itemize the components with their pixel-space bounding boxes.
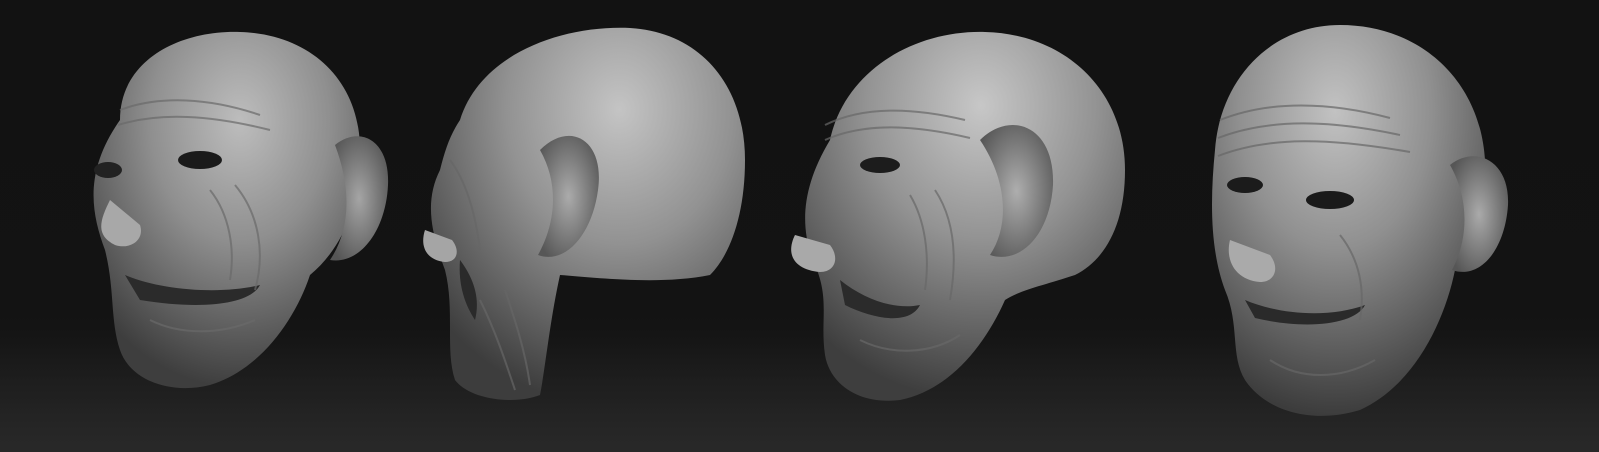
head-render-front-three-quarter xyxy=(60,0,400,452)
head-render-side-profile xyxy=(420,0,760,452)
sculpt-render-canvas xyxy=(0,0,1599,452)
head-render-front-three-quarter-right xyxy=(1190,0,1530,452)
head-render-three-quarter-angled xyxy=(785,0,1145,452)
